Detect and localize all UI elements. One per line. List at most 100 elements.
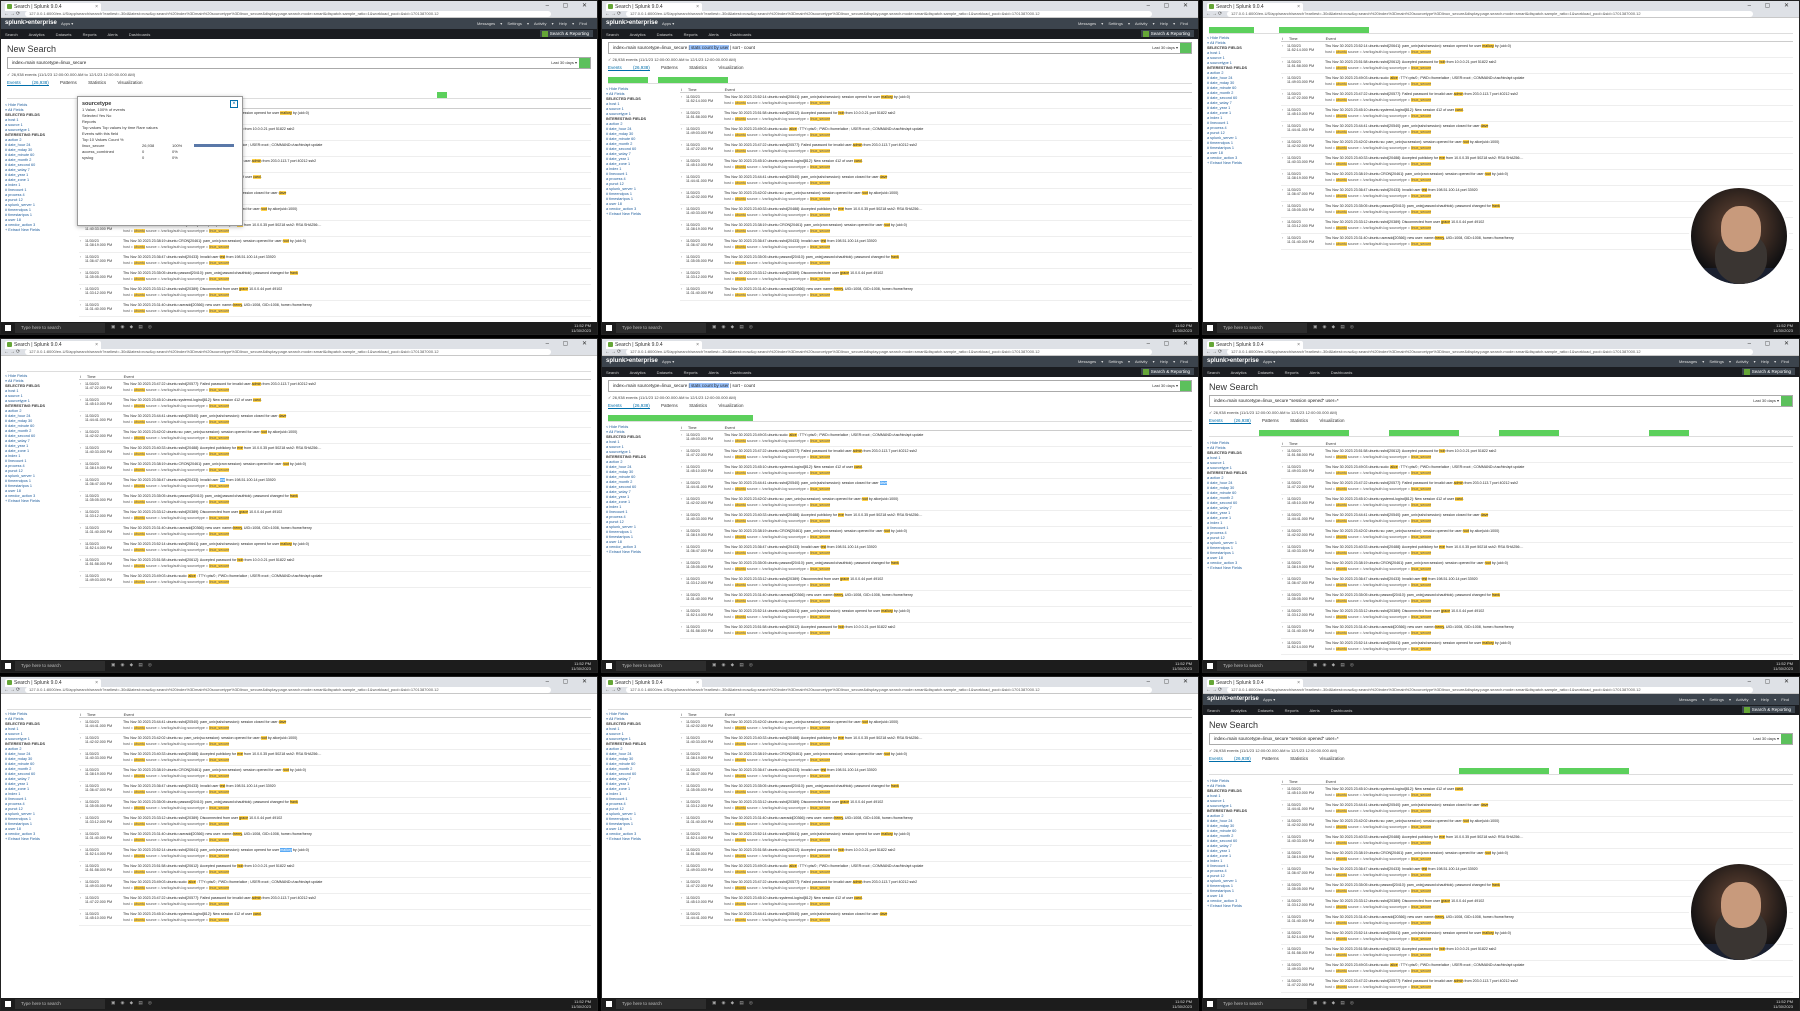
expand-event-icon[interactable]: › [1282,545,1283,549]
event-row[interactable]: ›11/30/2311:49:03.000 PMThu Nov 30 2023 … [1281,463,1793,479]
windows-start-icon[interactable] [5,325,11,331]
meta-sourcetype[interactable]: linux_secure [1411,82,1432,86]
event-row[interactable]: › 11/30/23 11:31:40.000 PM Thu Nov 30 2023 … [680,285,1192,301]
meta-sourcetype[interactable]: linux_secure [810,726,831,730]
event-highlight[interactable]: henry [233,526,242,530]
event-row[interactable]: ›11/30/2311:47:22.000 PMThu Nov 30 2023 … [680,878,1192,894]
meta-sourcetype[interactable]: linux_secure [1411,130,1432,134]
meta-sourcetype[interactable]: linux_secure [1411,921,1432,925]
meta-host[interactable]: ubuntu [734,583,746,587]
event-row[interactable]: › 11/30/23 11:36:47.000 PM Thu Nov 30 2023 … [79,253,591,269]
meta-sourcetype[interactable]: linux_secure [1411,471,1432,475]
event-highlight[interactable]: dave [1480,803,1489,807]
event-highlight[interactable]: carol [854,896,862,900]
expand-event-icon[interactable]: › [80,414,81,418]
expand-event-icon[interactable]: › [1282,236,1283,240]
meta-sourcetype[interactable]: linux_secure [209,822,230,826]
taskbar-app-icons[interactable]: ▣ ◉ ◆ ▤ ◎ [712,662,753,668]
browser-tab[interactable]: Search | Splunk 9.0.4 × [606,341,702,349]
taskbar-search-input[interactable]: Type here to search [616,999,706,1009]
taskbar-search-input[interactable]: Type here to search [1217,323,1307,333]
meta-sourcetype[interactable]: linux_secure [209,790,230,794]
expand-event-icon[interactable]: › [80,816,81,820]
event-row[interactable]: › 11/30/23 11:33:12.000 PM Thu Nov 30 2023 … [79,285,591,301]
browser-tab[interactable]: Search | Splunk 9.0.4 × [1207,3,1303,11]
taskbar-app-icons[interactable]: ▣ ◉ ◆ ▤ ◎ [111,324,152,330]
close-tab-icon[interactable]: × [1297,3,1300,11]
event-highlight[interactable]: mallory [881,95,893,99]
expand-event-icon[interactable]: › [681,287,682,291]
event-highlight[interactable]: admin [1453,979,1464,983]
meta-host[interactable]: ubuntu [133,564,145,568]
expand-event-icon[interactable]: › [80,848,81,852]
event-highlight[interactable]: grace [239,287,249,291]
meta-host[interactable]: ubuntu [133,854,145,858]
event-row[interactable]: ›11/30/2311:42:02.000 PMThu Nov 30 2023 … [1281,817,1793,833]
tab-patterns[interactable]: Patterns [60,80,77,85]
meta-sourcetype[interactable]: linux_secure [1411,66,1432,70]
event-row[interactable]: › 11/30/23 11:33:12.000 PM Thu Nov 30 2023 … [680,798,1192,814]
expand-event-icon[interactable]: › [681,864,682,868]
close-tab-icon[interactable]: × [95,3,98,11]
expand-event-icon[interactable]: › [1282,220,1283,224]
expand-event-icon[interactable]: › [681,880,682,884]
meta-sourcetype[interactable]: linux_secure [1411,567,1432,571]
meta-host[interactable]: ubuntu [734,293,746,297]
meta-sourcetype[interactable]: linux_secure [810,229,831,233]
expand-event-icon[interactable]: › [1282,481,1283,485]
expand-event-icon[interactable]: › [1282,188,1283,192]
meta-host[interactable]: ubuntu [133,229,145,233]
meta-host[interactable]: ubuntu [734,197,746,201]
meta-host[interactable]: ubuntu [734,439,746,443]
close-tab-icon[interactable]: × [95,341,98,349]
splunk-logo[interactable]: splunk>enterprise [1207,696,1259,702]
expand-event-icon[interactable]: › [80,526,81,530]
meta-sourcetype[interactable]: linux_secure [209,261,230,265]
time-range-picker[interactable]: Last 30 days ▾ [551,58,577,68]
event-row[interactable]: ›11/30/2311:42:02.000 PMThu Nov 30 2023 … [1281,527,1793,543]
meta-sourcetype[interactable]: linux_secure [1411,873,1432,877]
taskbar-search-input[interactable]: Type here to search [15,999,105,1009]
meta-host[interactable]: ubuntu [734,567,746,571]
meta-host[interactable]: ubuntu [734,726,746,730]
search-go-button[interactable] [1180,43,1191,53]
tab-visualization[interactable]: Visualization [1319,418,1344,423]
extract-fields-link[interactable]: + Extract New Fields [5,228,73,233]
meta-host[interactable]: ubuntu [1335,953,1347,957]
meta-host[interactable]: ubuntu [1335,114,1347,118]
event-row[interactable]: ›11/30/2311:45:10.000 PMThu Nov 30 2023 … [1281,785,1793,801]
event-row[interactable]: ›11/30/2311:45:10.000 PMThu Nov 30 2023 … [1281,106,1793,122]
event-row[interactable]: ›11/30/2311:51:58.000 PMThu Nov 30 2023 … [680,846,1192,862]
meta-sourcetype[interactable]: linux_secure [209,420,230,424]
close-tab-icon[interactable]: × [1297,679,1300,687]
event-row[interactable]: › 11/30/23 11:35:05.000 PM Thu Nov 30 2023 … [680,782,1192,798]
event-row[interactable]: ›11/30/2311:45:10.000 PMThu Nov 30 2023 … [1281,495,1793,511]
meta-sourcetype[interactable]: linux_secure [1411,503,1432,507]
windows-start-icon[interactable] [5,1001,11,1007]
meta-sourcetype[interactable]: linux_secure [810,758,831,762]
expand-event-icon[interactable]: › [1282,529,1283,533]
event-highlight[interactable]: alice [1390,76,1398,80]
event-row[interactable]: › 11/30/23 11:38:19.000 PM Thu Nov 30 2023 … [79,766,591,782]
close-tab-icon[interactable]: × [95,679,98,687]
event-highlight[interactable]: alice [188,880,196,884]
meta-sourcetype[interactable]: linux_secure [810,567,831,571]
event-row[interactable]: ›11/30/2311:51:58.000 PMThu Nov 30 2023 … [79,862,591,878]
meta-sourcetype[interactable]: linux_secure [810,245,831,249]
meta-sourcetype[interactable]: linux_secure [1411,631,1432,635]
event-highlight[interactable]: mallory [881,609,893,613]
event-row[interactable]: › 11/30/23 11:38:19.000 PM Thu Nov 30 2023 … [79,237,591,253]
expand-event-icon[interactable]: › [1282,851,1283,855]
meta-sourcetype[interactable]: linux_secure [810,293,831,297]
expand-event-icon[interactable]: › [681,609,682,613]
window-controls[interactable]: – ▢ ✕ [1748,340,1795,347]
meta-sourcetype[interactable]: linux_secure [209,806,230,810]
event-row[interactable]: › 11/30/23 11:36:47.000 PM Thu Nov 30 2023 … [680,237,1192,253]
event-row[interactable]: ›11/30/2311:44:41.000 PMThu Nov 30 2023 … [1281,122,1793,138]
event-row[interactable]: ›11/30/2311:45:10.000 PMThu Nov 30 2023 … [680,463,1192,479]
event-row[interactable]: ›11/30/2311:40:33.000 PMThu Nov 30 2023 … [1281,154,1793,170]
event-row[interactable]: › 11/30/23 11:38:19.000 PM Thu Nov 30 2023 … [1281,559,1793,575]
event-row[interactable]: › 11/30/23 11:36:47.000 PM Thu Nov 30 2023 … [79,782,591,798]
meta-sourcetype[interactable]: linux_secure [209,838,230,842]
expand-event-icon[interactable]: › [80,800,81,804]
